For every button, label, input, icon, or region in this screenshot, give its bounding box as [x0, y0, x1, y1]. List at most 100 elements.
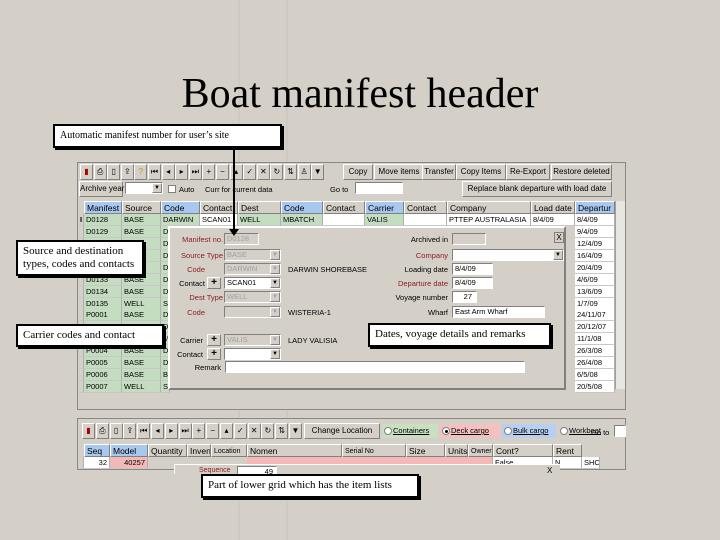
column-header[interactable]: Contact	[323, 201, 365, 214]
exit-icon[interactable]: ▮	[80, 164, 93, 180]
radio-circle[interactable]	[442, 427, 450, 435]
replace-blank-departure-button[interactable]: Replace blank departure with load date	[462, 181, 612, 197]
prev-icon[interactable]: ◂	[151, 423, 164, 439]
chevron-down-icon[interactable]: ▼	[270, 307, 280, 317]
export-icon[interactable]: ⇪	[120, 164, 134, 180]
grid-cell-manifest[interactable]: P0004	[84, 345, 122, 358]
grid-cell-departure[interactable]: 1/7/09	[575, 297, 615, 310]
filter2-icon[interactable]: ▼	[311, 164, 325, 180]
grid-cell-departure[interactable]: 20/5/08	[575, 381, 615, 394]
dest-code-select[interactable]: ▼	[224, 306, 281, 318]
close-icon[interactable]: X	[547, 466, 552, 474]
add-icon[interactable]: +	[192, 423, 206, 439]
grid-cell-source[interactable]: BASE	[122, 309, 161, 322]
add-carrier-button[interactable]: +	[207, 334, 221, 346]
grid-cell-manifest[interactable]: P0001	[84, 309, 122, 322]
grid-cell-departure[interactable]: 24/11/07	[575, 309, 615, 322]
radio-containers[interactable]: Containers	[382, 424, 438, 438]
toolbar-button-restore-deleted[interactable]: Restore deleted	[551, 164, 612, 180]
grid-cell-manifest[interactable]: D0129	[84, 225, 122, 238]
column-header[interactable]: Units	[445, 444, 468, 457]
sort-icon[interactable]: ⇅	[275, 423, 289, 439]
preview-icon[interactable]: ▯	[109, 423, 123, 439]
grid-cell-source[interactable]: BASE	[122, 369, 161, 382]
edit-icon[interactable]: ▴	[220, 423, 233, 439]
toolbar-button-transfer[interactable]: Transfer	[422, 164, 456, 180]
last-icon[interactable]: ⏭	[188, 164, 202, 180]
source-contact-select[interactable]: SCAN01 ▼	[224, 277, 281, 289]
grid-cell[interactable]: WELL	[238, 214, 281, 226]
grid-cell-manifest[interactable]: P0005	[84, 357, 122, 370]
grid-cell-source[interactable]: BASE	[122, 225, 161, 238]
filter-icon[interactable]: ♙	[297, 164, 311, 180]
add-icon[interactable]: +	[202, 164, 216, 180]
column-header[interactable]: Contact	[404, 201, 447, 214]
cancel-icon[interactable]: ✕	[256, 164, 270, 180]
carrier-select[interactable]: VALIS ▼	[224, 334, 281, 346]
grid-cell-source[interactable]: BASE	[122, 285, 161, 298]
grid-cell[interactable]: PTTEP AUSTRALASIA	[447, 214, 531, 226]
help-icon[interactable]: ?	[134, 164, 148, 180]
radio-deck-cargo[interactable]: Deck cargo	[440, 424, 500, 438]
toolbar-button-move-items[interactable]: Move items	[374, 164, 424, 180]
loading-date-input[interactable]: 8/4/09	[452, 263, 493, 275]
column-header[interactable]: Manifest	[84, 201, 122, 214]
preview-icon[interactable]: ▯	[107, 164, 121, 180]
grid-cell-source[interactable]: WELL	[122, 381, 161, 394]
column-header[interactable]: Model	[110, 444, 148, 457]
grid-cell[interactable]	[323, 214, 365, 226]
sort-icon[interactable]: ⇅	[284, 164, 297, 180]
column-header[interactable]: Invent	[187, 444, 211, 457]
chevron-down-icon[interactable]: ▼	[270, 250, 280, 260]
post-icon[interactable]: ✓	[233, 423, 247, 439]
sequence-input[interactable]: 49	[237, 466, 277, 474]
toolbar-button-copy[interactable]: Copy	[343, 164, 373, 180]
departure-date-input[interactable]: 8/4/09	[452, 277, 493, 289]
carrier-contact-select[interactable]: ▼	[224, 348, 281, 360]
add-contact-button[interactable]: +	[207, 277, 221, 289]
refresh-icon[interactable]: ↻	[261, 423, 275, 439]
grid-cell[interactable]: DARWIN	[161, 214, 200, 226]
chevron-down-icon[interactable]: ▼	[270, 278, 280, 288]
column-header[interactable]: Seq	[84, 444, 110, 457]
radio-circle[interactable]	[384, 427, 392, 435]
column-header[interactable]: Code	[161, 201, 200, 214]
print-icon[interactable]: ⎙	[95, 423, 109, 439]
grid-cell-departure[interactable]: 6/5/08	[575, 369, 615, 382]
grid-cell-source[interactable]: BASE	[122, 357, 161, 370]
company-select[interactable]: ▼	[452, 249, 564, 261]
grid-cell-source[interactable]: WELL	[122, 297, 161, 310]
post-icon[interactable]: ✓	[243, 164, 257, 180]
vertical-scrollbar[interactable]	[615, 201, 625, 389]
chevron-down-icon[interactable]: ▼	[270, 264, 280, 274]
grid-cell-departure[interactable]: 11/1/08	[575, 333, 615, 346]
column-header[interactable]: Nomen	[247, 444, 342, 457]
column-header[interactable]: Code	[281, 201, 323, 214]
edit-icon[interactable]: ▴	[229, 164, 243, 180]
grid-cell-manifest[interactable]: D0135	[84, 297, 122, 310]
grid-cell[interactable]: BASE	[122, 214, 161, 226]
grid-cell-manifest[interactable]: P0006	[84, 369, 122, 382]
grid-cell[interactable]: 8/4/09	[531, 214, 575, 226]
grid-cell-departure[interactable]: 16/4/09	[575, 249, 615, 262]
archive-year-select[interactable]: ▼	[125, 182, 163, 194]
column-header[interactable]: Source	[122, 201, 161, 214]
refresh-icon[interactable]: ↻	[270, 164, 284, 180]
toolbar-button-copy-items[interactable]: Copy Items	[456, 164, 506, 180]
grid-cell[interactable]: D0128	[84, 214, 122, 226]
grid-cell-departure[interactable]: 26/3/08	[575, 345, 615, 358]
first-icon[interactable]: ⏮	[148, 164, 161, 180]
column-header[interactable]: Quantity	[148, 444, 187, 457]
column-header[interactable]: Rent	[553, 444, 582, 457]
chevron-down-icon[interactable]: ▼	[553, 250, 563, 260]
add-carrier-contact-button[interactable]: +	[207, 348, 221, 360]
column-header[interactable]: Cont?	[493, 444, 553, 457]
grid-cell-departure[interactable]: 20/4/09	[575, 261, 615, 274]
grid-cell-manifest[interactable]: D0134	[84, 285, 122, 298]
dest-type-select[interactable]: WELL ▼	[224, 291, 281, 303]
column-header[interactable]: Size	[406, 444, 445, 457]
goto-input[interactable]	[355, 182, 403, 194]
exit-icon[interactable]: ▮	[82, 423, 95, 439]
grid-cell-departure[interactable]: 13/6/09	[575, 285, 615, 298]
first-icon[interactable]: ⏮	[137, 423, 151, 439]
